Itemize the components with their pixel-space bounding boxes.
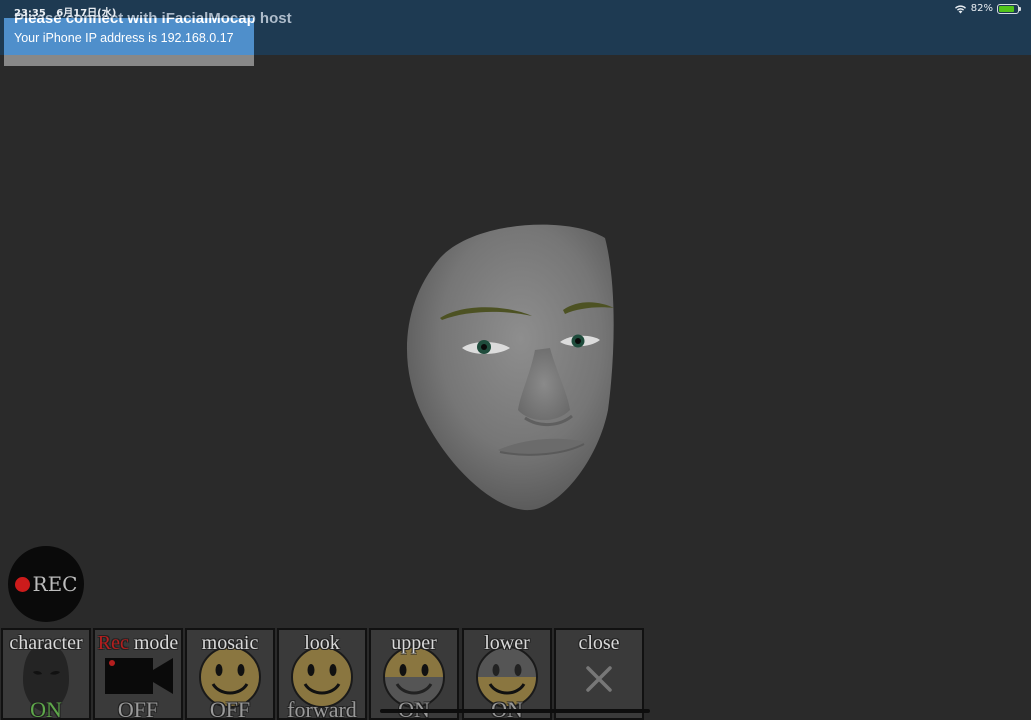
battery-percent: 82% <box>970 3 993 14</box>
wifi-icon <box>954 4 966 13</box>
mosaic-status: OFF <box>209 697 251 720</box>
rec-mode-status: OFF <box>117 697 159 720</box>
look-label: look <box>304 632 340 654</box>
character-label: character <box>9 632 83 654</box>
mosaic-button[interactable]: mosaic OFF <box>185 628 275 720</box>
rec-mode-button[interactable]: Rec mode OFF <box>93 628 183 720</box>
lower-label: lower <box>484 632 530 654</box>
home-indicator[interactable] <box>380 709 650 713</box>
rec-mode-label: Rec mode <box>95 632 181 654</box>
battery-fill <box>999 5 1014 12</box>
face-model <box>406 224 614 511</box>
lower-button[interactable]: lower ON <box>462 628 552 720</box>
rec-mode-label-rest: mode <box>128 632 179 654</box>
rec-mode-label-accent: Rec <box>97 632 129 654</box>
ip-address-text: Your iPhone IP address is 192.168.0.17 <box>14 31 234 45</box>
upper-label: upper <box>391 632 437 654</box>
rec-label: REC <box>32 572 78 596</box>
popup-title: Please connect with iFacialMocap <box>14 18 254 27</box>
status-indicators: 82% <box>954 3 1021 14</box>
look-forward-button[interactable]: look forward <box>277 628 367 720</box>
status-time: 23:35 6月17日(水) <box>14 4 116 19</box>
upper-button[interactable]: upper ON <box>369 628 459 720</box>
battery-icon <box>997 3 1021 14</box>
close-label: close <box>578 632 620 654</box>
face-model-viewport[interactable] <box>380 210 640 530</box>
character-button[interactable]: character ON <box>1 628 91 720</box>
time: 23:35 <box>14 8 46 19</box>
mosaic-label: mosaic <box>201 632 259 654</box>
record-dot-icon <box>14 576 30 592</box>
connection-popup: Please connect with iFacialMocap Your iP… <box>4 18 254 66</box>
character-status: ON <box>30 697 62 720</box>
look-status: forward <box>287 697 357 720</box>
popup-body: Please connect with iFacialMocap Your iP… <box>4 18 254 55</box>
bottom-toolbar: character ON Rec mode OFF mosaic OFF loo… <box>0 628 1031 720</box>
close-button[interactable]: close <box>554 628 644 720</box>
rec-button[interactable]: REC <box>8 546 84 622</box>
date: 6月17日(水) <box>56 8 117 19</box>
